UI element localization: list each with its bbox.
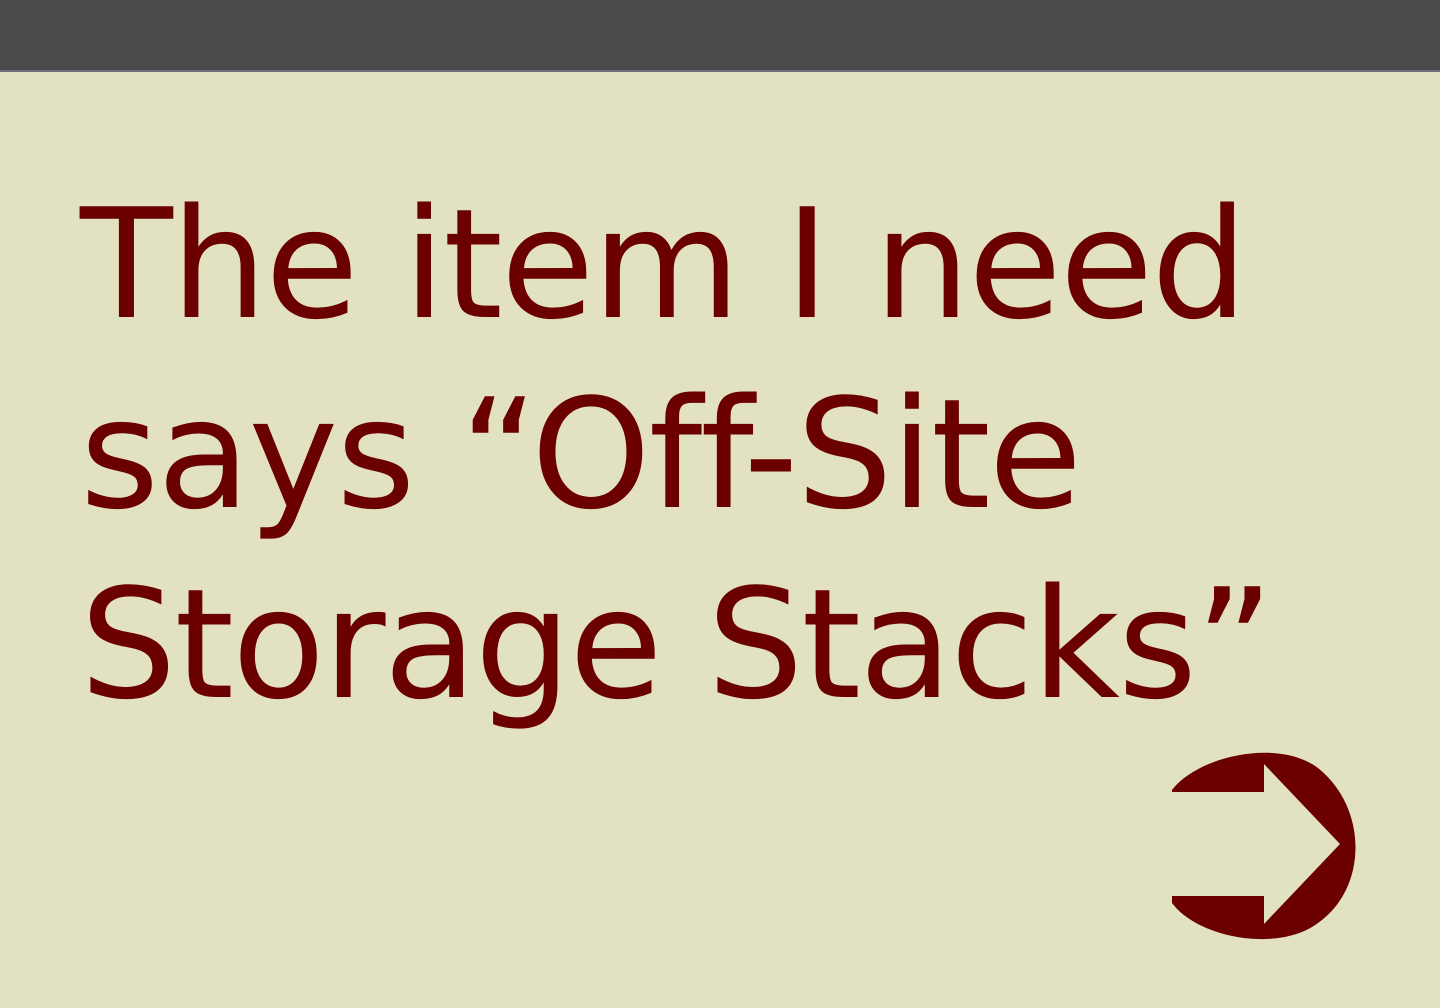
instruction-text: The item I need says “Off-Site Storage S… bbox=[80, 170, 1280, 740]
instruction-line-2-prefix: says bbox=[80, 366, 460, 543]
arrow-right-circle-icon bbox=[1172, 752, 1356, 940]
instruction-line-1: The item I need bbox=[80, 170, 1280, 360]
item-location-quote-start: “Off-Site bbox=[459, 366, 1082, 543]
top-bar bbox=[0, 0, 1440, 72]
instruction-line-3: Storage Stacks” bbox=[80, 550, 1280, 740]
instruction-line-1-text: The item I need bbox=[80, 176, 1248, 353]
item-location-quote-end: Storage Stacks” bbox=[80, 556, 1274, 733]
instruction-line-2: says “Off-Site bbox=[80, 360, 1280, 550]
next-button[interactable] bbox=[1168, 748, 1358, 940]
